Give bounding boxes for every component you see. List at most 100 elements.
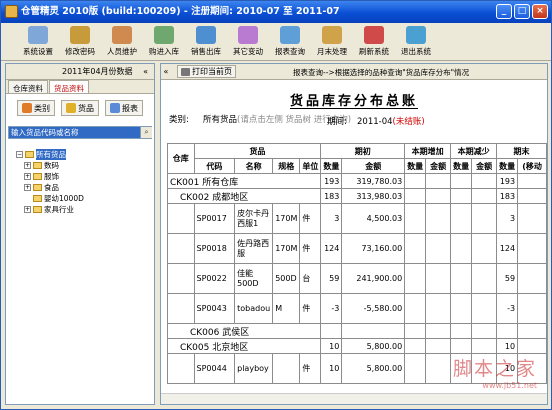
period-value: 2011-04 <box>357 117 393 127</box>
inbound-icon <box>154 26 174 44</box>
table-cell <box>425 203 452 234</box>
col-close-amount: (移动 <box>517 158 547 174</box>
left-button-label: 报表 <box>122 103 138 113</box>
table-cell <box>425 263 452 294</box>
refresh-icon <box>364 26 384 44</box>
search-icon[interactable]: ⌕ <box>140 127 152 138</box>
outbound-icon <box>196 26 216 44</box>
table-cell: 183 <box>320 188 343 204</box>
table-cell <box>450 233 473 264</box>
table-cell <box>272 353 301 384</box>
table-cell: SP0017 <box>193 203 236 234</box>
table-row[interactable]: CK005 北京地区 10 5,800.00 10 <box>166 338 547 354</box>
table-cell <box>404 173 427 189</box>
tab-warehouse[interactable]: 仓库资料 <box>8 80 48 93</box>
tab-goods[interactable]: 货品资料 <box>49 80 89 93</box>
users-icon <box>112 26 132 44</box>
table-cell: 3 <box>496 203 519 234</box>
tree-node[interactable]: + 服饰 <box>16 171 154 182</box>
table-cell <box>167 353 195 384</box>
expand-icon[interactable]: + <box>24 184 31 191</box>
tree-node[interactable]: + 食品 <box>16 182 154 193</box>
left-buttons: 类别 货品 报表 <box>6 94 154 122</box>
table-cell <box>404 293 427 324</box>
horizontal-scrollbar[interactable] <box>161 393 547 404</box>
toolbar-button-9[interactable]: 退出系统 <box>395 23 437 61</box>
table-cell: 59 <box>496 263 519 294</box>
toolbar-button-5[interactable]: 其它变动 <box>227 23 269 61</box>
table-cell: -3 <box>496 293 519 324</box>
table-row[interactable]: SP0018 佐丹路西服 170M 件 124 73,160.00 124 <box>167 233 547 264</box>
table-cell <box>450 173 473 189</box>
table-cell <box>320 323 343 339</box>
tree-node[interactable]: + 家具行业 <box>16 204 154 215</box>
folder-icon <box>33 184 42 191</box>
table-header-row: 仓库 货品 期初 本期增加 本期减少 期末 <box>167 143 547 174</box>
col-inc-qty: 数量 <box>404 158 427 174</box>
expand-icon[interactable]: + <box>24 206 31 213</box>
table-cell <box>471 293 498 324</box>
col-code: 代码 <box>193 158 236 174</box>
table-cell: 124 <box>320 233 343 264</box>
table-cell: CK006 武侯区 <box>166 323 322 339</box>
table-cell: 124 <box>496 233 519 264</box>
table-cell <box>404 188 427 204</box>
table-cell <box>167 293 195 324</box>
toolbar-button-4[interactable]: 销售出库 <box>185 23 227 61</box>
table-cell: CK002 成都地区 <box>166 188 322 204</box>
table-row[interactable]: CK002 成都地区 183 313,980.03 183 <box>166 188 547 204</box>
left-button-0[interactable]: 类别 <box>17 100 55 116</box>
table-cell <box>425 323 452 339</box>
minimize-button[interactable]: _ <box>496 4 512 19</box>
settings-icon <box>28 26 48 44</box>
expand-icon[interactable]: + <box>24 173 31 180</box>
table-row[interactable]: SP0022 佳能500D 500D 台 59 241,900.00 59 <box>167 263 547 294</box>
maximize-button[interactable]: □ <box>514 4 530 19</box>
left-button-1[interactable]: 货品 <box>61 100 99 116</box>
folder-icon <box>33 173 42 180</box>
table-row[interactable]: CK006 武侯区 <box>166 323 547 339</box>
toolbar-button-8[interactable]: 刷新系统 <box>353 23 395 61</box>
table-row[interactable]: SP0043 tobadou M 件 -3 -5,580.00 -3 <box>167 293 547 324</box>
table-cell <box>450 263 473 294</box>
toolbar-button-7[interactable]: 月末处理 <box>311 23 353 61</box>
nav-back-button[interactable]: « <box>161 67 171 76</box>
collapse-button[interactable]: « <box>143 67 148 76</box>
window-title: 仓管精灵 2010版 (build:100209) - 注册期间: 2010-0… <box>21 6 340 17</box>
table-cell: playboy <box>234 353 274 384</box>
collapse-icon[interactable]: − <box>16 151 23 158</box>
table-cell <box>404 203 427 234</box>
title-bar: 仓管精灵 2010版 (build:100209) - 注册期间: 2010-0… <box>1 1 551 23</box>
print-button[interactable]: 打印当前页 <box>177 65 236 78</box>
toolbar-button-6[interactable]: 报表查询 <box>269 23 311 61</box>
tree-node-label: 食品 <box>44 183 59 192</box>
toolbar-button-3[interactable]: 购进入库 <box>143 23 185 61</box>
close-button[interactable]: × <box>532 4 548 19</box>
table-row[interactable]: CK001 所有仓库 193 319,780.03 193 <box>166 173 547 189</box>
tree-node[interactable]: + 数码 <box>16 160 154 171</box>
table-cell <box>517 188 547 204</box>
printer-icon <box>181 67 190 76</box>
table-cell <box>517 263 547 294</box>
table-cell <box>167 233 195 264</box>
toolbar-label: 退出系统 <box>401 47 431 56</box>
left-button-label: 货品 <box>78 103 94 113</box>
toolbar-button-2[interactable]: 人员维护 <box>101 23 143 61</box>
col-opening: 期初 <box>320 143 406 159</box>
table-cell: M <box>272 293 301 324</box>
table-cell <box>517 203 547 234</box>
table-cell <box>496 323 519 339</box>
tree-node[interactable]: − 所有货品 <box>16 149 154 160</box>
toolbar-button-1[interactable]: 修改密码 <box>59 23 101 61</box>
table-row[interactable]: SP0017 皮尔卡丹西服1 170M 件 3 4,500.03 3 <box>167 203 547 234</box>
table-cell: SP0043 <box>193 293 236 324</box>
left-button-2[interactable]: 报表 <box>105 100 143 116</box>
table-cell: 241,900.00 <box>341 263 406 294</box>
table-cell <box>404 353 427 384</box>
tree-node[interactable]: 婴幼1000D <box>16 193 154 204</box>
toolbar-label: 修改密码 <box>65 47 95 56</box>
col-warehouse: 仓库 <box>167 143 195 174</box>
expand-icon[interactable]: + <box>24 162 31 169</box>
goods-search-input[interactable]: 输入货品代码或名称 ⌕ <box>8 126 152 139</box>
toolbar-button-0[interactable]: 系统设置 <box>17 23 59 61</box>
